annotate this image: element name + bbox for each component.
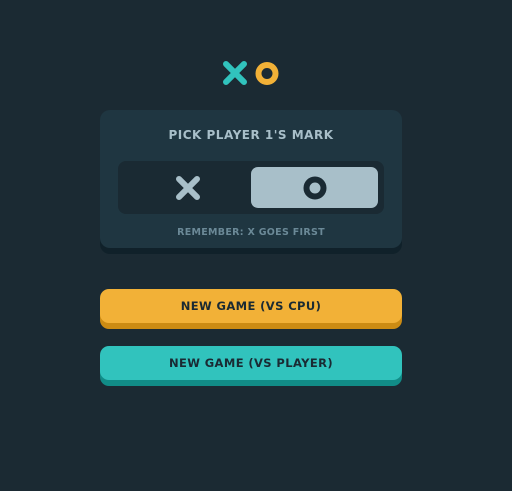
new-game-vs-player-button[interactable]: NEW GAME (VS PLAYER) xyxy=(100,346,402,380)
mark-toggle xyxy=(118,161,384,214)
mark-picker-panel: PICK PLAYER 1'S MARK REMEMBER: X GOES FI… xyxy=(100,110,402,248)
x-goes-first-note: REMEMBER: X GOES FIRST xyxy=(177,227,325,238)
o-mark-icon xyxy=(303,176,326,199)
x-mark-icon xyxy=(175,175,200,200)
x-mark-icon xyxy=(223,61,247,85)
new-game-vs-cpu-button[interactable]: NEW GAME (VS CPU) xyxy=(100,289,402,323)
game-logo xyxy=(222,61,282,87)
new-game-menu: PICK PLAYER 1'S MARK REMEMBER: X GOES FI… xyxy=(0,0,512,491)
mark-option-o[interactable] xyxy=(251,167,378,208)
o-mark-icon xyxy=(255,62,279,85)
mark-option-x[interactable] xyxy=(124,167,251,208)
mark-picker-title: PICK PLAYER 1'S MARK xyxy=(168,128,334,142)
